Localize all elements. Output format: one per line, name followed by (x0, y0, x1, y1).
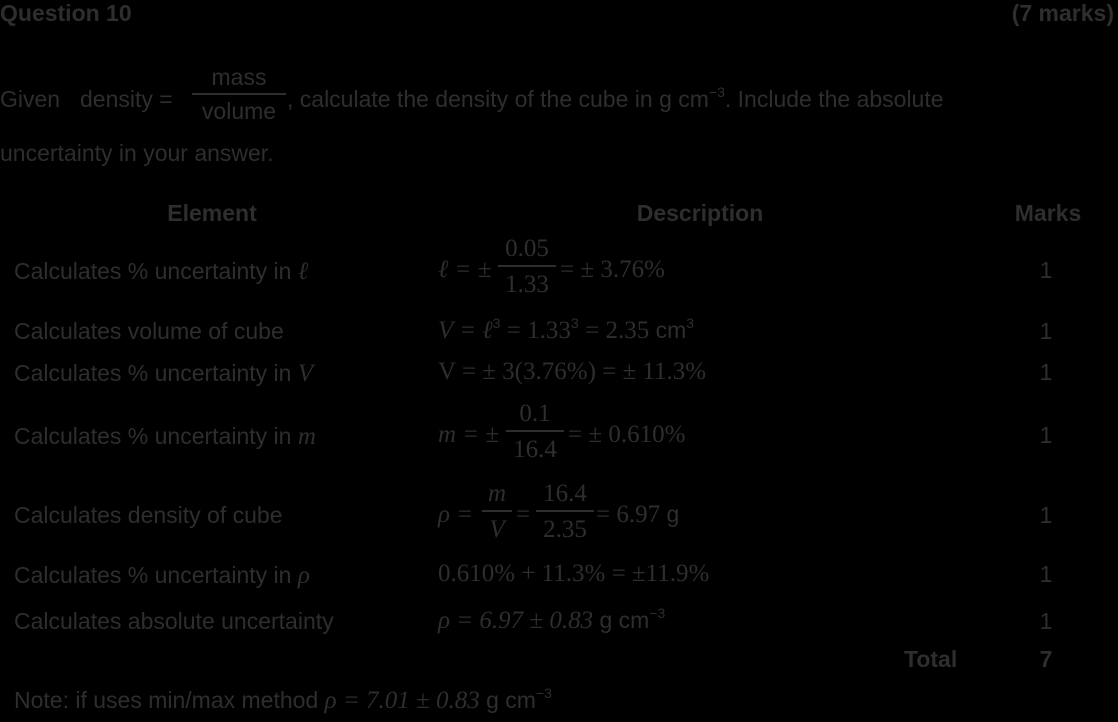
prompt-given: Given (0, 86, 61, 112)
row3-element: Calculates % uncertainty in V (14, 360, 314, 387)
row1-element: Calculates % uncertainty in ℓ (14, 258, 309, 285)
row5-desc-rhs: = 6.97 g (596, 501, 680, 528)
row4-element: Calculates % uncertainty in m (14, 423, 316, 450)
row1-desc-fraction: 0.05 1.33 (498, 236, 556, 297)
header-description: Description (636, 200, 764, 226)
row2-marks: 1 (1039, 318, 1053, 344)
row7-marks: 1 (1039, 608, 1053, 634)
total-marks: 7 (1039, 646, 1053, 672)
row6-marks: 1 (1039, 561, 1053, 587)
row6-element: Calculates % uncertainty in ρ (14, 562, 310, 589)
prompt-fraction: mass volume (192, 66, 286, 123)
row4-desc-lhs: m = ± (438, 421, 500, 448)
row4-desc-fraction: 0.1 16.4 (506, 401, 564, 462)
prompt-fraction-numerator: mass (211, 64, 267, 90)
row6-description: 0.610% + 11.3% = ±11.9% (438, 560, 710, 587)
row1-marks: 1 (1039, 257, 1053, 283)
fraction-bar (192, 93, 286, 95)
header-marks: Marks (1014, 200, 1082, 226)
question-title: Question 10 (0, 0, 132, 26)
row5-marks: 1 (1039, 502, 1053, 528)
row1-desc-rhs: = ± 3.76% (560, 256, 665, 283)
row5-desc-lhs: ρ = (438, 501, 474, 528)
prompt-text-line2: uncertainty in your answer. (0, 140, 274, 166)
row5-element: Calculates density of cube (14, 502, 283, 528)
row2-description: V = ℓ3 = 1.333 = 2.35 cm3 (438, 315, 695, 344)
header-element: Element (167, 200, 257, 226)
row2-element: Calculates volume of cube (14, 318, 284, 344)
row1-desc-lhs: ℓ = ± (438, 256, 492, 283)
prompt-formula-lhs: density = (80, 86, 173, 112)
row3-description: V = ± 3(3.76%) = ± 11.3% (438, 358, 707, 385)
note: Note: if uses min/max method ρ = 7.01 ± … (14, 685, 552, 714)
row5-desc-fraction2: 16.4 2.35 (536, 481, 594, 542)
total-label: Total (904, 646, 958, 672)
prompt-fraction-denominator: volume (201, 97, 277, 124)
row4-desc-rhs: = ± 0.610% (568, 421, 686, 448)
row5-desc-eq: = (516, 501, 531, 528)
prompt-text-line1: , calculate the density of the cube in g… (287, 84, 944, 112)
row4-marks: 1 (1039, 422, 1053, 448)
row5-desc-fraction1: m V (482, 481, 512, 542)
row3-marks: 1 (1039, 359, 1053, 385)
row7-element: Calculates absolute uncertainty (14, 608, 334, 634)
marks-total-label: (7 marks) (1011, 0, 1114, 26)
row7-description: ρ = 6.97 ± 0.83 g cm−3 (438, 605, 666, 634)
